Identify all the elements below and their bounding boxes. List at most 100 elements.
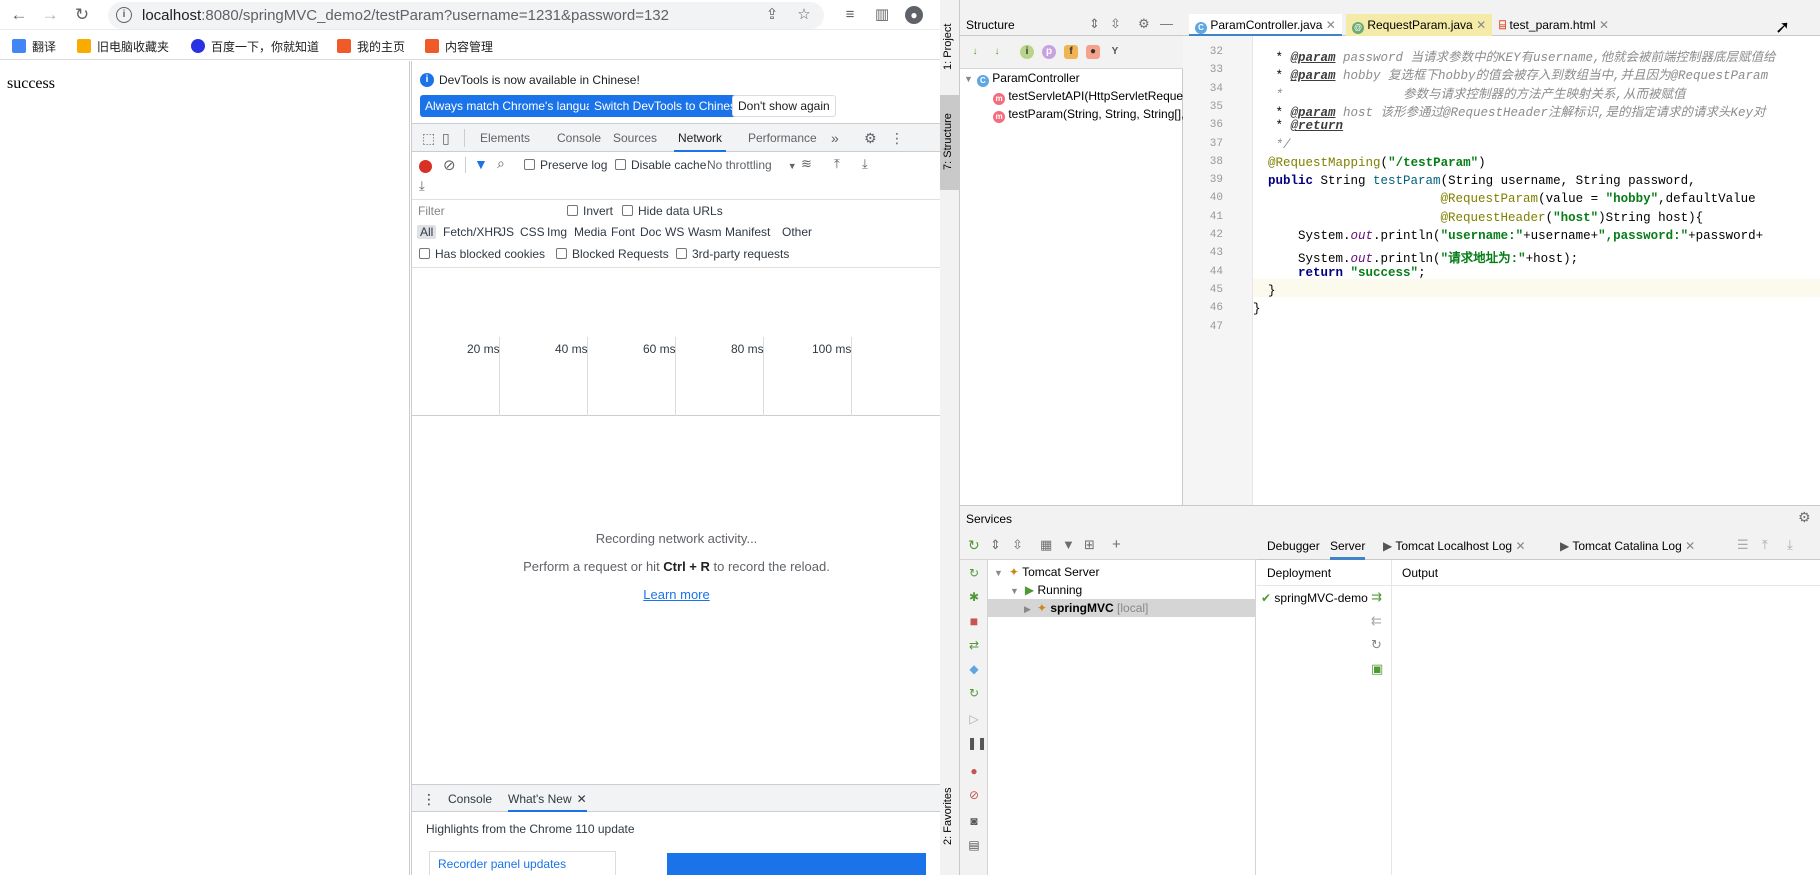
back-icon[interactable]: ← <box>7 3 31 27</box>
tab-console[interactable]: Console <box>557 124 601 152</box>
site-info-icon[interactable]: i <box>116 7 132 23</box>
tab-tomcat-catalina-log[interactable]: ▶ Tomcat Catalina Log ✕ <box>1560 539 1695 553</box>
media-icon[interactable]: ≡ <box>838 3 862 27</box>
hide-icon[interactable]: — <box>1160 16 1173 31</box>
reload-icon[interactable]: ↻ <box>967 686 981 700</box>
tree-running[interactable]: ▼ ▶ Running <box>1010 581 1082 599</box>
type-other[interactable]: Other <box>782 225 812 239</box>
breakpoints-icon[interactable]: ● <box>967 764 981 778</box>
tree-springmvc[interactable]: ▶ ✦ springMVC [local] <box>988 599 1256 617</box>
preserve-log-checkbox[interactable]: Preserve log <box>524 158 607 172</box>
type-fetch-xhr[interactable]: Fetch/XHR <box>443 225 502 239</box>
settings-gear-icon[interactable]: ⚙ <box>1798 509 1811 526</box>
mute-breakpoints-icon[interactable]: ⊘ <box>967 788 981 802</box>
export-har-icon[interactable]: ⤓ <box>862 156 868 172</box>
throttling-select[interactable]: No throttling ▼ <box>707 158 797 172</box>
project-tool-tab[interactable]: 1: Project <box>942 24 954 70</box>
drawer-menu-icon[interactable]: ⋮ <box>422 791 436 808</box>
undeploy-action-icon[interactable]: ⇇ <box>1371 613 1382 629</box>
deployment-item[interactable]: ✔ springMVC-demo <box>1261 589 1368 607</box>
tab-param-controller[interactable]: C ParamController.java ✕ <box>1189 14 1342 36</box>
camera-icon[interactable]: ◙ <box>967 814 981 828</box>
invert-checkbox[interactable]: Invert <box>567 204 613 218</box>
tree-method-row[interactable]: m testParam(String, String, String[], St… <box>993 105 1183 123</box>
artifact-icon[interactable]: ▣ <box>1371 661 1383 677</box>
resume-icon[interactable]: ▷ <box>967 712 981 726</box>
refresh-icon[interactable]: ↻ <box>968 537 980 554</box>
close-icon[interactable]: ✕ <box>1326 18 1336 32</box>
bookmark-baidu[interactable]: 百度一下，你就知道 <box>191 38 319 56</box>
debug-bug-icon[interactable]: ✱ <box>967 590 981 604</box>
learn-more-link[interactable]: Learn more <box>643 587 709 602</box>
show-fields-icon[interactable]: f <box>1064 45 1078 59</box>
bookmark-content-mgmt[interactable]: 内容管理 <box>425 38 493 56</box>
search-icon[interactable]: ⌕ <box>497 155 505 172</box>
collapse-all-icon[interactable]: ⇳ <box>1110 16 1121 32</box>
tab-debugger[interactable]: Debugger <box>1267 539 1320 553</box>
drawer-tab-whats-new[interactable]: What's New ✕ <box>508 792 587 812</box>
inspect-element-icon[interactable]: ⬚ <box>422 124 435 152</box>
type-css[interactable]: CSS <box>520 225 545 239</box>
show-non-public-icon[interactable]: ● <box>1086 45 1100 59</box>
sort-alpha-icon[interactable]: ↓ <box>990 45 1004 59</box>
more-tabs-icon[interactable]: » <box>831 124 839 152</box>
layout-icon[interactable]: ☰ <box>1737 537 1749 553</box>
group-by-icon[interactable]: ▦ <box>1040 537 1052 553</box>
structure-tool-tab[interactable]: 7: Structure <box>942 113 954 170</box>
network-conditions-icon[interactable]: ≋ <box>801 156 812 172</box>
type-font[interactable]: Font <box>611 225 635 239</box>
tab-elements[interactable]: Elements <box>480 124 530 152</box>
tab-server[interactable]: Server <box>1330 539 1366 560</box>
filter-input[interactable]: Filter <box>412 202 559 220</box>
hide-data-urls-checkbox[interactable]: Hide data URLs <box>622 204 723 218</box>
blocked-cookies-checkbox[interactable]: Has blocked cookies <box>419 247 545 261</box>
show-properties-icon[interactable]: p <box>1042 45 1056 59</box>
type-manifest[interactable]: Manifest <box>725 225 770 239</box>
record-icon[interactable] <box>419 160 432 173</box>
type-ws[interactable]: WS <box>665 225 684 239</box>
tab-test-param-html[interactable]: ⌸ test_param.html ✕ <box>1493 14 1615 36</box>
switch-chinese-button[interactable]: Switch DevTools to Chinese <box>589 95 748 117</box>
type-media[interactable]: Media <box>574 225 607 239</box>
filter-icon[interactable]: ▼ <box>1062 537 1075 552</box>
url-text[interactable]: localhost:8080/springMVC_demo2/testParam… <box>142 7 669 24</box>
download-icon[interactable]: ⤓ <box>419 178 425 194</box>
reload-icon[interactable]: ↻ <box>70 3 94 27</box>
third-party-checkbox[interactable]: 3rd-party requests <box>676 247 789 261</box>
profile-avatar-icon[interactable]: ● <box>902 3 926 27</box>
rerun-icon[interactable]: ↻ <box>967 566 981 580</box>
stop-icon[interactable]: ■ <box>967 614 981 628</box>
deploy-action-icon[interactable]: ⇉ <box>1371 589 1382 605</box>
output-area[interactable] <box>1392 586 1820 875</box>
expand-all-icon[interactable]: ⇕ <box>1089 16 1100 32</box>
update-app-icon[interactable]: ⇄ <box>967 638 981 652</box>
type-all[interactable]: All <box>417 225 437 239</box>
side-panel-icon[interactable]: ▥ <box>870 3 894 27</box>
bookmark-old-favorites[interactable]: 旧电脑收藏夹 <box>77 38 169 56</box>
settings-gear-icon[interactable]: ⚙ <box>1138 16 1150 32</box>
scroll-up-icon[interactable]: ⤒ <box>1762 537 1768 553</box>
deploy-icon[interactable]: ◆ <box>967 662 981 676</box>
bookmark-translate[interactable]: 翻译 <box>12 38 56 56</box>
sort-visibility-icon[interactable]: ↓ <box>968 45 982 59</box>
collapse-all-icon[interactable]: ⇳ <box>1012 537 1023 553</box>
type-js[interactable]: JS <box>500 225 514 239</box>
layout-settings-icon[interactable]: ▤ <box>967 838 981 852</box>
type-wasm[interactable]: Wasm <box>688 225 722 239</box>
redeploy-icon[interactable]: ↻ <box>1371 637 1382 653</box>
recorder-updates-link[interactable]: Recorder panel updates <box>429 851 616 875</box>
forward-icon[interactable]: → <box>38 3 62 27</box>
match-language-button[interactable]: Always match Chrome's language <box>420 95 612 117</box>
clear-icon[interactable]: ⊘ <box>443 156 456 174</box>
pause-icon[interactable]: ❚❚ <box>967 736 987 750</box>
import-har-icon[interactable]: ⤒ <box>834 156 840 172</box>
add-service-icon[interactable]: + <box>1112 536 1121 553</box>
kebab-menu-icon[interactable]: ⋮ <box>890 124 904 152</box>
address-bar[interactable]: i localhost:8080/springMVC_demo2/testPar… <box>108 2 824 29</box>
close-icon[interactable]: ✕ <box>1599 18 1609 32</box>
show-lambdas-icon[interactable]: Y <box>1108 45 1122 59</box>
tab-tomcat-localhost-log[interactable]: ▶ Tomcat Localhost Log ✕ <box>1383 539 1526 553</box>
tab-sources[interactable]: Sources <box>613 124 657 152</box>
tab-network[interactable]: Network <box>674 124 727 152</box>
open-new-tab-icon[interactable]: ⊞ <box>1084 537 1095 553</box>
